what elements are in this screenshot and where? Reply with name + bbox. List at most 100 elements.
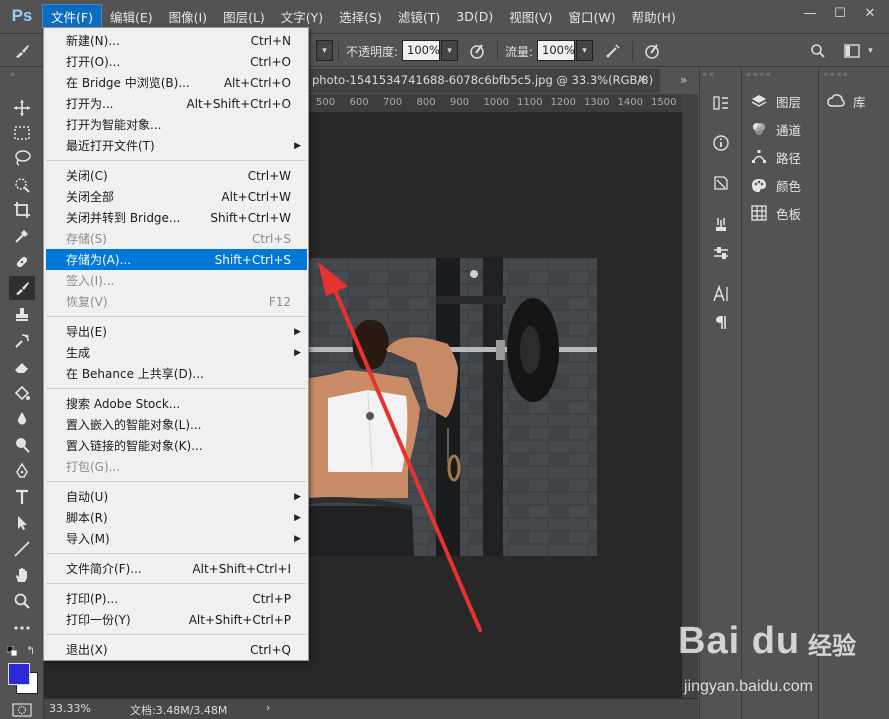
workspace-dropdown[interactable]: ▾ bbox=[862, 40, 879, 61]
menu-item[interactable]: 图像(I) bbox=[161, 4, 215, 28]
minimize-button[interactable]: — bbox=[797, 3, 823, 23]
clone-stamp-tool-icon[interactable] bbox=[9, 303, 35, 327]
menu-item[interactable]: 选择(S) bbox=[331, 4, 390, 28]
crop-tool-icon[interactable] bbox=[9, 198, 35, 222]
file-menu-item[interactable]: 关闭全部 Alt+Ctrl+W bbox=[46, 186, 307, 207]
flow-dropdown[interactable]: ▾ bbox=[576, 40, 593, 61]
default-colors-icon[interactable] bbox=[6, 645, 18, 657]
history-panel-icon[interactable] bbox=[710, 92, 732, 114]
brush-preset-icon[interactable] bbox=[12, 41, 32, 61]
menu-item[interactable]: 滤镜(T) bbox=[390, 4, 448, 28]
menu-item[interactable]: 文字(Y) bbox=[273, 4, 331, 28]
file-menu-item[interactable]: 打开为... Alt+Shift+Ctrl+O bbox=[46, 93, 307, 114]
workspace-icon[interactable] bbox=[842, 41, 862, 61]
brush-settings-icon[interactable] bbox=[710, 213, 732, 235]
file-menu-item[interactable]: 置入链接的智能对象(K)... bbox=[46, 435, 307, 456]
menu-item[interactable]: 帮助(H) bbox=[624, 4, 684, 28]
swap-colors-icon[interactable]: ↰ bbox=[26, 644, 38, 657]
ps-logo: Ps bbox=[11, 6, 33, 25]
menu-item-label: 自动(U) bbox=[66, 490, 109, 504]
history-brush-tool-icon[interactable] bbox=[9, 329, 35, 353]
file-menu-item[interactable]: 打包(G)... bbox=[46, 456, 307, 477]
file-menu-item[interactable]: 导出(E) ▶ bbox=[46, 321, 307, 342]
quick-select-tool-icon[interactable] bbox=[9, 172, 35, 196]
file-menu-item[interactable]: 打印一份(Y) Alt+Shift+Ctrl+P bbox=[46, 609, 307, 630]
file-menu-item[interactable]: 生成 ▶ bbox=[46, 342, 307, 363]
panel-item-layers[interactable]: 图层 bbox=[750, 90, 801, 112]
character-panel-icon[interactable] bbox=[710, 283, 732, 305]
panel-item-channels[interactable]: 通道 bbox=[750, 118, 801, 140]
lasso-tool-icon[interactable] bbox=[9, 146, 35, 170]
close-window-button[interactable]: ✕ bbox=[857, 3, 883, 23]
file-menu-item[interactable]: 打印(P)... Ctrl+P bbox=[46, 588, 307, 609]
menu-item[interactable]: 窗口(W) bbox=[561, 4, 624, 28]
file-menu-item[interactable]: 新建(N)... Ctrl+N bbox=[46, 30, 307, 51]
file-menu-item[interactable]: 关闭(C) Ctrl+W bbox=[46, 165, 307, 186]
panel-item-swatches[interactable]: 色板 bbox=[750, 202, 801, 224]
menu-item[interactable]: 文件(F) bbox=[42, 4, 102, 28]
healing-brush-tool-icon[interactable] bbox=[9, 250, 35, 274]
file-menu-item[interactable]: 存储为(A)... Shift+Ctrl+S bbox=[46, 249, 307, 270]
blur-tool-icon[interactable] bbox=[9, 407, 35, 431]
dodge-tool-icon[interactable] bbox=[9, 433, 35, 457]
eyedropper-tool-icon[interactable] bbox=[9, 224, 35, 248]
status-menu-arrow[interactable]: › bbox=[266, 701, 270, 714]
paint-bucket-tool-icon[interactable] bbox=[9, 381, 35, 405]
document-tab[interactable]: photo-1541534741688-6078c6bfb5c5.jpg @ 3… bbox=[308, 69, 660, 93]
brush-tool-icon[interactable] bbox=[9, 276, 35, 300]
file-menu-item[interactable]: 打开(O)... Ctrl+O bbox=[46, 51, 307, 72]
hand-tool-icon[interactable] bbox=[9, 563, 35, 587]
file-menu-item[interactable]: 文件简介(F)... Alt+Shift+Ctrl+I bbox=[46, 558, 307, 579]
file-menu-item[interactable]: 导入(M) ▶ bbox=[46, 528, 307, 549]
pressure-opacity-icon[interactable] bbox=[467, 41, 487, 61]
menu-item-label: 导入(M) bbox=[66, 532, 110, 546]
zoom-level[interactable]: 33.33% bbox=[49, 702, 91, 715]
properties-panel-icon[interactable] bbox=[710, 172, 732, 194]
path-selection-tool-icon[interactable] bbox=[9, 511, 35, 535]
tab-overflow-icon[interactable]: » bbox=[680, 73, 687, 87]
search-icon[interactable] bbox=[808, 41, 828, 61]
panel-item-libraries[interactable]: 库 bbox=[827, 90, 866, 112]
file-menu-item[interactable]: 关闭并转到 Bridge... Shift+Ctrl+W bbox=[46, 207, 307, 228]
file-menu-item[interactable]: 恢复(V) F12 bbox=[46, 291, 307, 312]
file-menu-item[interactable]: 自动(U) ▶ bbox=[46, 486, 307, 507]
panel-item-color[interactable]: 颜色 bbox=[750, 174, 801, 196]
file-menu-item[interactable]: 最近打开文件(T) ▶ bbox=[46, 135, 307, 156]
type-tool-icon[interactable] bbox=[9, 485, 35, 509]
eraser-tool-icon[interactable] bbox=[9, 355, 35, 379]
info-panel-icon[interactable] bbox=[710, 132, 732, 154]
opacity-field[interactable]: 100% bbox=[402, 40, 440, 61]
menu-item[interactable]: 3D(D) bbox=[448, 4, 501, 28]
menu-item[interactable]: 视图(V) bbox=[501, 4, 560, 28]
pen-tool-icon[interactable] bbox=[9, 459, 35, 483]
file-menu-item[interactable]: 签入(I)... bbox=[46, 270, 307, 291]
airbrush-icon[interactable] bbox=[603, 41, 623, 61]
quick-mask-icon[interactable] bbox=[12, 703, 32, 719]
file-menu-item[interactable]: 在 Bridge 中浏览(B)... Alt+Ctrl+O bbox=[46, 72, 307, 93]
maximize-button[interactable]: ☐ bbox=[827, 3, 853, 23]
panel-item-paths[interactable]: 路径 bbox=[750, 146, 801, 168]
close-tab-icon[interactable]: × bbox=[637, 72, 647, 86]
adjustments-icon[interactable] bbox=[710, 242, 732, 264]
menu-item[interactable]: 图层(L) bbox=[215, 4, 273, 28]
file-menu-item[interactable]: 置入嵌入的智能对象(L)... bbox=[46, 414, 307, 435]
flow-field[interactable]: 100% bbox=[537, 40, 575, 61]
file-menu-item[interactable]: 打开为智能对象... bbox=[46, 114, 307, 135]
pressure-size-icon[interactable] bbox=[642, 41, 662, 61]
zoom-tool-icon[interactable] bbox=[9, 589, 35, 613]
file-menu-item[interactable]: 脚本(R) ▶ bbox=[46, 507, 307, 528]
file-menu-item[interactable]: 退出(X) Ctrl+Q bbox=[46, 639, 307, 660]
file-menu-item[interactable]: 搜索 Adobe Stock... bbox=[46, 393, 307, 414]
vertical-scrollbar[interactable] bbox=[682, 94, 698, 698]
marquee-tool-icon[interactable] bbox=[9, 121, 35, 145]
more-tools-icon[interactable] bbox=[9, 616, 35, 640]
opacity-dropdown[interactable]: ▾ bbox=[441, 40, 458, 61]
paragraph-panel-icon[interactable] bbox=[710, 311, 732, 333]
file-menu-item[interactable]: 存储(S) Ctrl+S bbox=[46, 228, 307, 249]
mode-dropdown[interactable]: ▾ bbox=[316, 40, 333, 61]
move-tool-icon[interactable] bbox=[9, 96, 35, 120]
line-tool-icon[interactable] bbox=[9, 537, 35, 561]
file-menu-item[interactable]: 在 Behance 上共享(D)... bbox=[46, 363, 307, 384]
menu-item[interactable]: 编辑(E) bbox=[102, 4, 161, 28]
foreground-color-swatch[interactable] bbox=[8, 663, 30, 685]
